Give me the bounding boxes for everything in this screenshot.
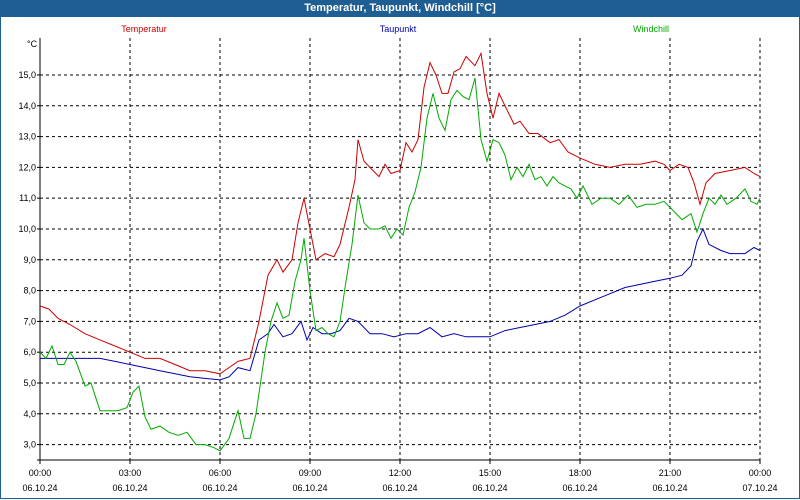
y-tick-label: 9,0 <box>23 255 36 265</box>
x-tick-time-label: 03:00 <box>119 468 142 478</box>
y-tick-label: 8,0 <box>23 286 36 296</box>
y-tick-label: 4,0 <box>23 409 36 419</box>
legend-label-taupunkt: Taupunkt <box>380 24 417 34</box>
legend-label-temperatur: Temperatur <box>121 24 167 34</box>
x-tick-time-label: 21:00 <box>659 468 682 478</box>
x-tick-date-label: 06.10.24 <box>112 483 147 493</box>
legend-label-windchill: Windchill <box>633 24 669 34</box>
y-tick-label: 12,0 <box>18 162 36 172</box>
x-tick-date-label: 07.10.24 <box>742 483 777 493</box>
x-tick-time-label: 00:00 <box>29 468 52 478</box>
x-tick-date-label: 06.10.24 <box>202 483 237 493</box>
line-chart: 3,0 4,0 5,0 6,0 7,0 8,0 9,0 10,0 11,0 12,0 13,0 14,… <box>18 24 777 493</box>
x-tick-date-label: 06.10.24 <box>292 483 327 493</box>
x-tick-date-label: 06.10.24 <box>562 483 597 493</box>
y-axis-unit-label: °C <box>27 39 38 49</box>
x-tick-date-label: 06.10.24 <box>652 483 687 493</box>
chart-title: Temperatur, Taupunkt, Windchill [°C] <box>0 0 800 17</box>
y-tick-label: 10,0 <box>18 224 36 234</box>
x-tick-date-label: 06.10.24 <box>382 483 417 493</box>
y-tick-label: 7,0 <box>23 316 36 326</box>
x-tick-time-label: 09:00 <box>299 468 322 478</box>
x-tick-time-label: 18:00 <box>569 468 592 478</box>
y-tick-label: 5,0 <box>23 378 36 388</box>
y-tick-label: 14,0 <box>18 101 36 111</box>
chart-frame: 3,0 4,0 5,0 6,0 7,0 8,0 9,0 10,0 11,0 12,0 13,0 14,… <box>0 17 800 499</box>
x-tick-time-label: 15:00 <box>479 468 502 478</box>
y-tick-label: 15,0 <box>18 70 36 80</box>
y-tick-label: 13,0 <box>18 132 36 142</box>
x-tick-time-label: 12:00 <box>389 468 412 478</box>
x-tick-time-label: 00:00 <box>749 468 772 478</box>
x-tick-date-label: 06.10.24 <box>22 483 57 493</box>
y-tick-label: 11,0 <box>19 193 36 203</box>
x-tick-time-label: 06:00 <box>209 468 232 478</box>
x-tick-date-label: 06.10.24 <box>472 483 507 493</box>
y-tick-label: 6,0 <box>23 347 36 357</box>
y-tick-label: 3,0 <box>23 440 36 450</box>
